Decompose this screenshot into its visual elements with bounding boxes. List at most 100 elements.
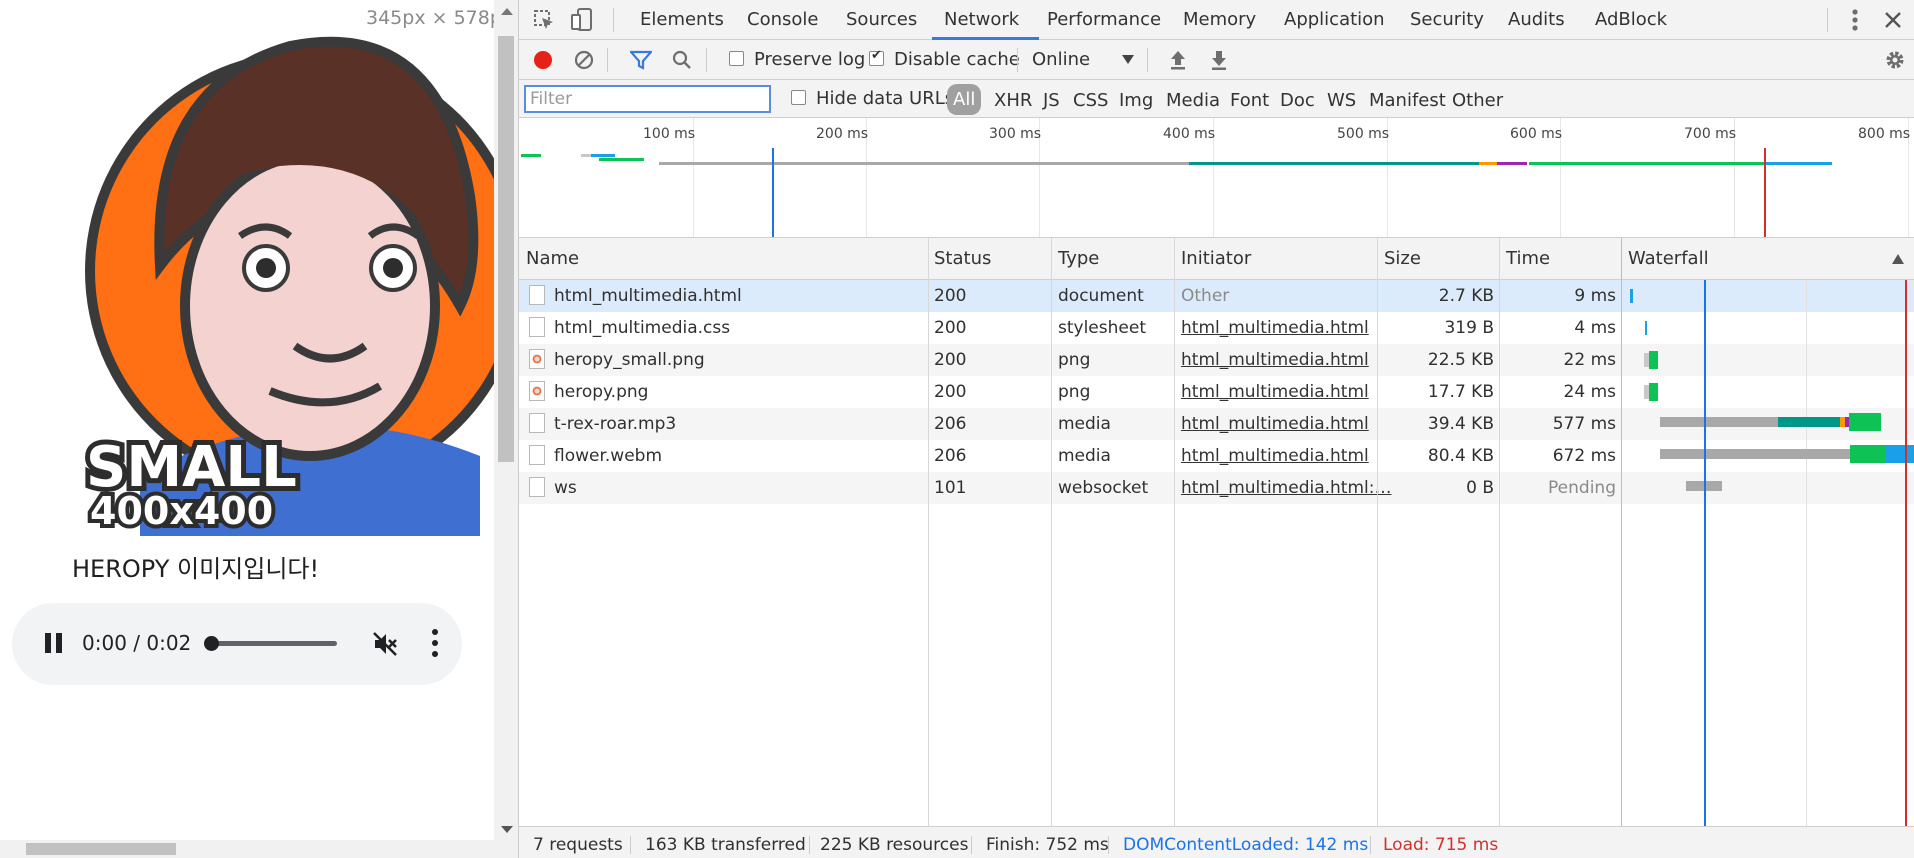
preserve-log-checkbox[interactable] (729, 51, 744, 66)
document-file-icon (529, 317, 545, 337)
request-size: 22.5 KB (1427, 350, 1494, 370)
filter-type-css[interactable]: CSS (1073, 90, 1108, 111)
vertical-scrollbar[interactable] (494, 0, 518, 858)
progress-track[interactable] (207, 641, 337, 646)
hide-data-urls-checkbox[interactable] (791, 90, 806, 105)
column-header-size[interactable]: Size (1384, 248, 1421, 269)
filter-type-all[interactable]: All (947, 84, 982, 115)
request-type: media (1058, 414, 1111, 434)
filter-type-js[interactable]: JS (1043, 90, 1060, 111)
divider (1017, 48, 1018, 72)
filter-type-ws[interactable]: WS (1327, 90, 1356, 111)
tab-performance[interactable]: Performance (1047, 9, 1161, 30)
request-size: 0 B (1466, 478, 1494, 498)
dom-content-loaded-time: DOMContentLoaded: 142 ms (1123, 835, 1369, 855)
filter-type-img[interactable]: Img (1119, 90, 1153, 111)
column-divider[interactable] (1174, 238, 1175, 826)
column-divider[interactable] (1377, 238, 1378, 826)
column-header-initiator[interactable]: Initiator (1181, 248, 1251, 269)
device-toolbar-icon[interactable] (571, 8, 593, 32)
horizontal-scrollbar-thumb[interactable] (26, 843, 176, 855)
network-overview-timeline[interactable]: 100 ms 200 ms 300 ms 400 ms 500 ms 600 m… (519, 118, 1914, 238)
load-line (1905, 280, 1907, 826)
tab-console[interactable]: Console (747, 9, 818, 30)
filter-input[interactable] (524, 85, 771, 113)
divider (1147, 48, 1148, 72)
column-header-time[interactable]: Time (1506, 248, 1550, 269)
progress-knob[interactable] (204, 636, 219, 651)
request-initiator-link[interactable]: html_multimedia.html (1181, 414, 1369, 434)
filter-icon[interactable] (630, 50, 652, 70)
finish-time: Finish: 752 ms (986, 835, 1109, 855)
request-time: 577 ms (1552, 414, 1616, 434)
request-type: document (1058, 286, 1144, 306)
tab-security[interactable]: Security (1410, 9, 1484, 30)
request-initiator-link[interactable]: html_multimedia.html (1181, 446, 1369, 466)
disable-cache-checkbox[interactable] (869, 48, 884, 66)
tab-sources[interactable]: Sources (846, 9, 917, 30)
divider (613, 8, 614, 32)
dom-content-loaded-line (1704, 280, 1706, 826)
disable-cache-label[interactable]: Disable cache (894, 49, 1020, 70)
filter-type-other[interactable]: Other (1452, 90, 1503, 111)
filter-type-media[interactable]: Media (1166, 90, 1220, 111)
inspect-element-icon[interactable] (533, 9, 555, 31)
request-name: html_multimedia.css (554, 318, 731, 338)
request-type: stylesheet (1058, 318, 1146, 338)
muted-volume-icon[interactable] (372, 631, 398, 657)
export-har-icon[interactable] (1210, 49, 1228, 71)
column-divider[interactable] (1499, 238, 1500, 826)
tab-memory[interactable]: Memory (1183, 9, 1256, 30)
import-har-icon[interactable] (1169, 49, 1187, 71)
divider (630, 836, 631, 854)
tab-adblock[interactable]: AdBlock (1595, 9, 1667, 30)
request-status: 206 (934, 414, 967, 434)
column-header-status[interactable]: Status (934, 248, 991, 269)
tab-application[interactable]: Application (1284, 9, 1385, 30)
throttling-select[interactable]: Online (1032, 49, 1090, 70)
request-name: ws (554, 478, 577, 498)
request-status: 200 (934, 286, 967, 306)
request-initiator-link[interactable]: html_multimedia.html (1181, 382, 1369, 402)
divider (971, 836, 972, 854)
horizontal-scrollbar[interactable] (0, 840, 494, 858)
tab-audits[interactable]: Audits (1508, 9, 1565, 30)
more-options-icon[interactable] (432, 629, 438, 657)
settings-gear-icon[interactable] (1884, 49, 1906, 71)
close-icon[interactable] (1884, 11, 1902, 29)
customize-menu-icon[interactable] (1851, 9, 1859, 31)
column-divider[interactable] (928, 238, 929, 826)
divider (1108, 836, 1109, 854)
column-header-name[interactable]: Name (526, 248, 579, 269)
request-name: heropy.png (554, 382, 649, 402)
chevron-down-icon[interactable] (1122, 55, 1134, 65)
request-initiator-link[interactable]: html_multimedia.html:… (1181, 478, 1391, 498)
request-type: websocket (1058, 478, 1149, 498)
request-type: png (1058, 382, 1091, 402)
preserve-log-label[interactable]: Preserve log (754, 49, 865, 70)
filter-type-manifest[interactable]: Manifest (1369, 90, 1446, 111)
tab-network[interactable]: Network (944, 9, 1019, 30)
column-divider[interactable] (1051, 238, 1052, 826)
scroll-down-arrow-icon[interactable] (501, 826, 513, 833)
divider (1827, 8, 1828, 32)
filter-type-xhr[interactable]: XHR (994, 90, 1032, 111)
record-icon[interactable] (533, 50, 553, 70)
column-header-type[interactable]: Type (1058, 248, 1099, 269)
request-status: 200 (934, 350, 967, 370)
pause-icon[interactable] (42, 631, 66, 655)
filter-type-doc[interactable]: Doc (1280, 90, 1315, 111)
document-file-icon (529, 413, 545, 433)
column-header-waterfall[interactable]: Waterfall (1628, 248, 1709, 269)
table-header: Name Status Type Initiator Size Time Wat… (519, 238, 1914, 280)
scroll-up-arrow-icon[interactable] (501, 8, 513, 15)
sort-ascending-icon[interactable] (1892, 254, 1904, 264)
scrollbar-thumb[interactable] (498, 36, 514, 462)
request-initiator-link[interactable]: html_multimedia.html (1181, 318, 1369, 338)
filter-type-font[interactable]: Font (1230, 90, 1269, 111)
clear-icon[interactable] (574, 50, 594, 70)
request-initiator-link[interactable]: html_multimedia.html (1181, 350, 1369, 370)
tab-elements[interactable]: Elements (640, 9, 724, 30)
hide-data-urls-label[interactable]: Hide data URLs (816, 88, 954, 109)
search-icon[interactable] (672, 50, 692, 70)
